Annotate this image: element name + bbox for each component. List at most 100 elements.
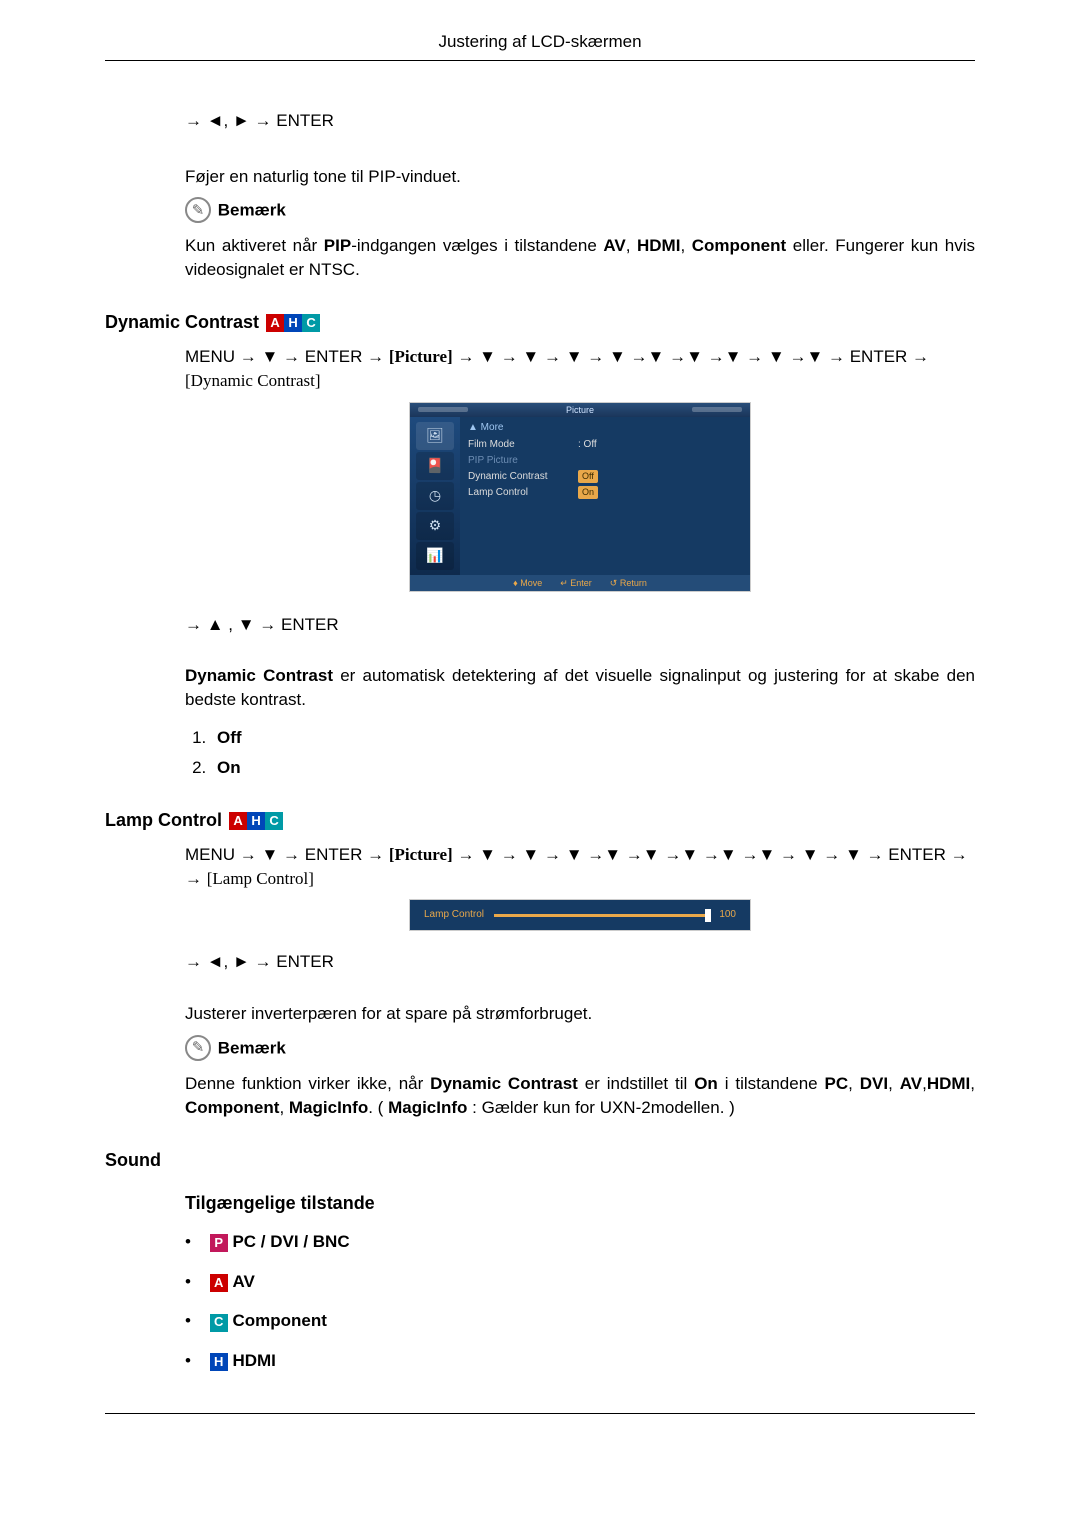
osd2-label: Lamp Control	[424, 908, 484, 922]
mode-badges: A H C	[266, 314, 320, 332]
t: → ▼ → ▼ → ▼ →▼ →▼ →▼ →▼ →▼ → ▼ → ▼ → ENT…	[453, 845, 968, 864]
page-header: Justering af LCD-skærmen	[105, 30, 975, 61]
osd-more: ▲ More	[468, 421, 742, 435]
list-item: C Component	[185, 1309, 975, 1333]
document-page: Justering af LCD-skærmen → ◄, ► → ENTER …	[0, 0, 1080, 1474]
mode-label: PC / DVI / BNC	[232, 1232, 349, 1251]
list-item: A AV	[185, 1270, 975, 1294]
nav-sequence: → ▲ , ▼ → ENTER	[185, 613, 975, 637]
badge-c-icon: C	[210, 1314, 228, 1332]
mode-label: Component	[232, 1311, 326, 1330]
osd-side-icon: ◷	[416, 482, 454, 510]
badge-c-icon: C	[265, 812, 283, 830]
t: Component	[185, 1098, 279, 1117]
badge-c-icon: C	[302, 314, 320, 332]
mode-label: AV	[232, 1272, 254, 1291]
t: Film Mode	[468, 438, 578, 452]
t: PIP Picture	[468, 454, 578, 468]
mode-list: P PC / DVI / BNC A AV C Component H HDMI	[185, 1230, 975, 1373]
t: Kun aktiveret når	[185, 236, 324, 255]
lamp-body: MENU → ▼ → ENTER → [Picture] → ▼ → ▼ → ▼…	[185, 843, 975, 1120]
t: er indstillet til	[578, 1074, 694, 1093]
note-row: ✎ Bemærk	[185, 198, 975, 224]
h2-text: Dynamic Contrast	[105, 312, 259, 332]
osd-footer: ♦ Move ↵ Enter ↺ Return	[410, 575, 750, 592]
badge-a-icon: A	[266, 314, 284, 332]
list-item: Off	[211, 726, 975, 750]
t: MENU → ▼ → ENTER →	[185, 845, 389, 864]
t: ♦ Move	[513, 577, 542, 590]
badge-p-icon: P	[210, 1234, 228, 1252]
t: Dynamic Contrast	[430, 1074, 578, 1093]
mode-badges: A H C	[229, 812, 283, 830]
badge-a-icon: A	[229, 812, 247, 830]
note-row: ✎ Bemærk	[185, 1036, 975, 1062]
intro-note-text: Kun aktiveret når PIP-indgangen vælges i…	[185, 234, 975, 282]
osd-row: PIP Picture	[468, 453, 742, 469]
intro-section: → ◄, ► → ENTER Føjer en naturlig tone ti…	[185, 109, 975, 282]
badge-h-icon: H	[210, 1353, 228, 1371]
osd-side-icon: 🎴	[416, 452, 454, 480]
t: [Picture]	[389, 347, 453, 366]
osd-screenshot-2: Lamp Control 100	[185, 900, 975, 930]
t: MENU → ▼ → ENTER →	[185, 347, 389, 366]
sound-body: Tilgængelige tilstande P PC / DVI / BNC …	[185, 1191, 975, 1373]
osd-side-icon: 📊	[416, 542, 454, 570]
osd-row: Film Mode : Off	[468, 437, 742, 453]
list-item: H HDMI	[185, 1349, 975, 1373]
osd2-value: 100	[719, 908, 736, 922]
note-label: Bemærk	[218, 201, 286, 220]
osd-sidebar: 🖼 🎴 ◷ ⚙ 📊	[410, 417, 460, 575]
lamp-note-text: Denne funktion virker ikke, når Dynamic …	[185, 1072, 975, 1120]
osd-screenshot-1: Picture 🖼 🎴 ◷ ⚙ 📊 ▲ More Film Mode : Off	[185, 403, 975, 593]
note-icon: ✎	[185, 1035, 211, 1061]
t: . (	[368, 1098, 388, 1117]
t: AV	[900, 1074, 922, 1093]
osd-side-icon: ⚙	[416, 512, 454, 540]
t: [Dynamic Contrast]	[185, 371, 321, 390]
t: HDMI	[927, 1074, 970, 1093]
footer-divider	[105, 1413, 975, 1414]
section-title-sound: Sound	[105, 1148, 975, 1173]
t: HDMI	[637, 236, 680, 255]
t: [Lamp Control]	[207, 869, 314, 888]
t: On	[578, 486, 598, 499]
osd-main: ▲ More Film Mode : Off PIP Picture Dynam…	[460, 417, 750, 575]
t: Dynamic Contrast	[185, 666, 333, 685]
slider-track	[494, 914, 709, 917]
note-label: Bemærk	[218, 1038, 286, 1057]
t: Component	[692, 236, 786, 255]
t: -indgangen vælges i tilstandene	[351, 236, 603, 255]
t: MagicInfo	[388, 1098, 467, 1117]
lamp-desc: Justerer inverterpæren for at spare på s…	[185, 1002, 975, 1026]
t: DVI	[860, 1074, 888, 1093]
badge-h-icon: H	[284, 314, 302, 332]
t: ↺ Return	[610, 577, 647, 590]
t: Lamp Control	[468, 486, 578, 500]
t: Off	[578, 470, 598, 483]
osd-row: Dynamic Contrast Off	[468, 469, 742, 485]
nav-sequence: → ◄, ► → ENTER	[185, 950, 975, 974]
t: : Off	[578, 438, 628, 452]
t: PC	[825, 1074, 849, 1093]
nav-sequence: → ◄, ► → ENTER	[185, 109, 975, 133]
dc-desc: Dynamic Contrast er automatisk detekteri…	[185, 664, 975, 712]
t: i tilstandene	[718, 1074, 825, 1093]
osd-title: Picture	[410, 403, 750, 417]
mode-label: HDMI	[232, 1351, 275, 1370]
t: Dynamic Contrast	[468, 470, 578, 484]
menu-path: MENU → ▼ → ENTER → [Picture] → ▼ → ▼ → ▼…	[185, 345, 975, 393]
list-item: P PC / DVI / BNC	[185, 1230, 975, 1254]
menu-path: MENU → ▼ → ENTER → [Picture] → ▼ → ▼ → ▼…	[185, 843, 975, 891]
option-list: Off On	[185, 726, 975, 780]
list-item: On	[211, 756, 975, 780]
t: [Picture]	[389, 845, 453, 864]
t: Off	[217, 728, 242, 747]
osd-row: Lamp Control On	[468, 485, 742, 501]
badge-h-icon: H	[247, 812, 265, 830]
t: Denne funktion virker ikke, når	[185, 1074, 430, 1093]
t: AV	[603, 236, 625, 255]
t: PIP	[324, 236, 351, 255]
t: On	[217, 758, 241, 777]
badge-a-icon: A	[210, 1274, 228, 1292]
